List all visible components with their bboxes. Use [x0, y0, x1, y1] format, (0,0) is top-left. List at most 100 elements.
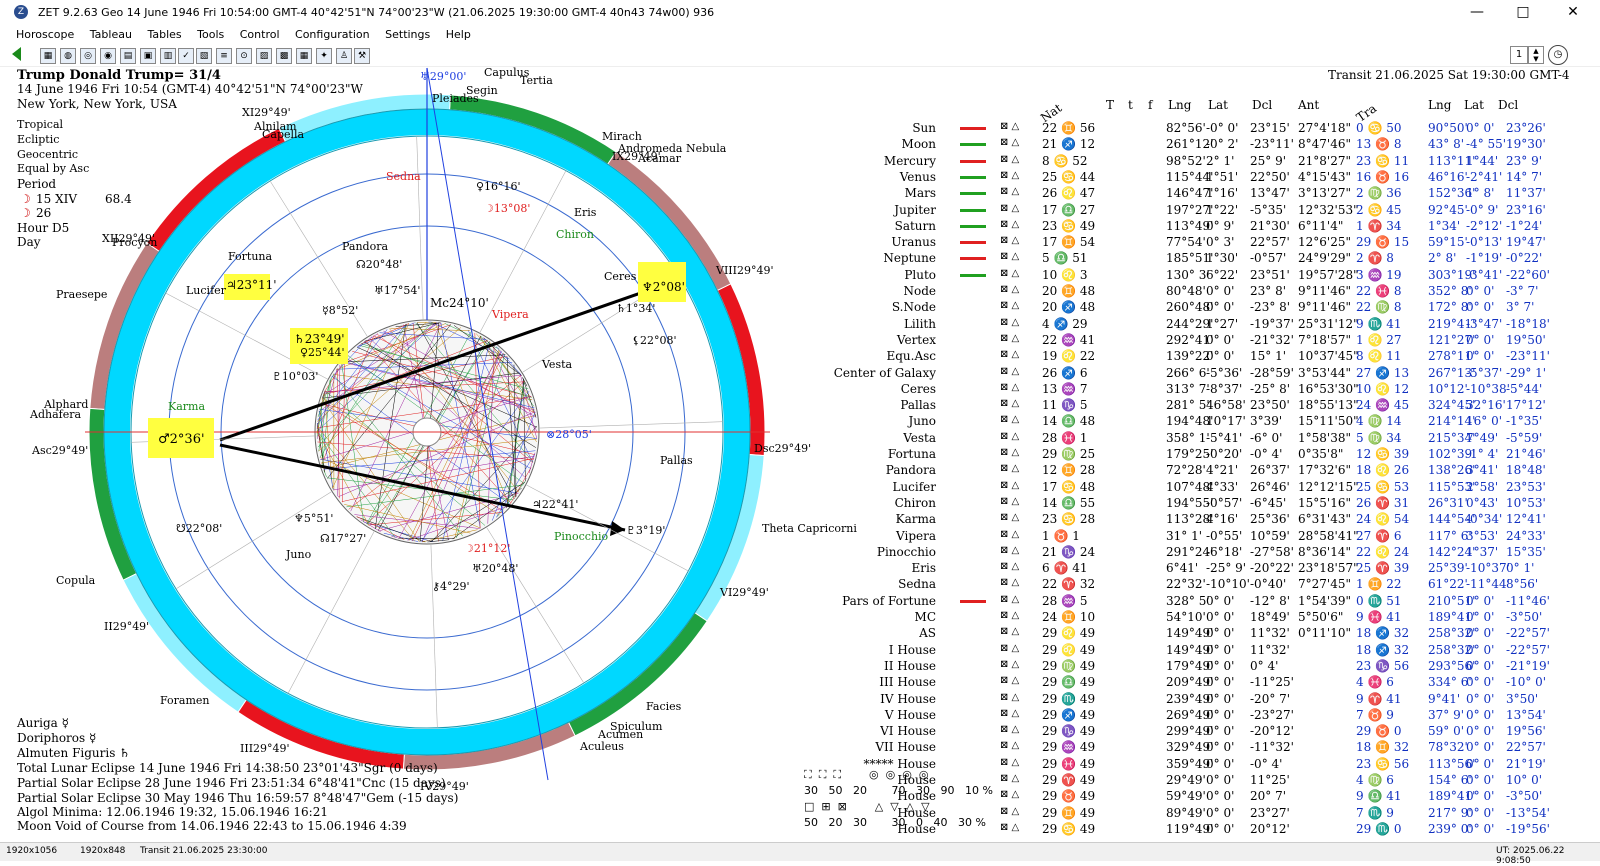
natal-jupiter[interactable]: ♃23°11' — [226, 278, 277, 292]
transit-uranus[interactable]: ♅29°00' — [420, 70, 466, 83]
table-row[interactable]: Venus25 ♋ 44115°44'1°51'22°50'4°15'43"16… — [830, 170, 1600, 186]
horoscope-wheel-area[interactable]: ♂2°36' ♃23°11' ♄23°49' ♀25°44' ♇10°03' ☿… — [0, 66, 860, 856]
table-row[interactable]: Vertex22 ♒ 41292°41'0° 0'-21°32'7°18'57"… — [830, 333, 1600, 349]
natal-snode[interactable]: ☊17°27' — [320, 532, 366, 545]
table-row[interactable]: Uranus17 ♊ 5477°54'0° 3'22°57'12°6'25"29… — [830, 235, 1600, 251]
table-row[interactable]: Sedna22 ♈ 3222°32'-10°10'-0°40'7°27'45"1… — [830, 577, 1600, 593]
menu-tableau[interactable]: Tableau — [84, 26, 138, 41]
menu-tables[interactable]: Tables — [141, 26, 187, 41]
table-row[interactable]: Pars of Fortune28 ♒ 5328° 5'0° 0'-12° 8'… — [830, 594, 1600, 610]
table-row[interactable]: Karma23 ♋ 28113°28'4°16'25°36'6°31'43"24… — [830, 512, 1600, 528]
table-row[interactable]: IV House29 ♏ 49239°49'0° 0'-20° 7'9 ♈ 41… — [830, 692, 1600, 708]
chart-icon[interactable]: ▣ — [140, 48, 156, 64]
page-spinner[interactable]: ▲▼ — [1528, 46, 1544, 64]
table-row[interactable]: Chiron14 ♎ 55194°55'-0°57'-6°45'15°5'16"… — [830, 496, 1600, 512]
transit-pluto[interactable]: ♇3°19' — [626, 524, 665, 537]
list-icon[interactable]: ≡ — [216, 48, 232, 64]
natal-moon-2[interactable]: ☽21°12' — [464, 542, 510, 555]
natal-uranus[interactable]: ♅17°54' — [374, 284, 420, 297]
doc-icon[interactable]: ▨ — [256, 48, 272, 64]
natal-mars[interactable]: ♂2°36' — [158, 432, 205, 447]
page-number-field[interactable]: 1 — [1510, 46, 1528, 64]
filter-icon[interactable]: ▥ — [160, 48, 176, 64]
natal-venus-2[interactable]: ♀16°16' — [476, 180, 521, 193]
minimize-button[interactable]: — — [1454, 0, 1500, 26]
table-row[interactable]: VI House29 ♑ 49299°49'0° 0'-20°12'29 ♉ 0… — [830, 724, 1600, 740]
natal-jupiter-2[interactable]: ♃22°41' — [532, 498, 578, 511]
table-row[interactable]: Fortuna29 ♍ 25179°25'-0°20'-0° 4'0°35'8"… — [830, 447, 1600, 463]
menu-configuration[interactable]: Configuration — [289, 26, 376, 41]
natal-moon[interactable]: ☽13°08' — [484, 202, 530, 215]
table-row[interactable]: Saturn23 ♋ 49113°49'0° 9'21°30'6°11'4"1 … — [830, 219, 1600, 235]
back-arrow-icon[interactable] — [12, 47, 21, 61]
table-row[interactable]: Center of Galaxy26 ♐ 6266° 6'-5°36'-28°5… — [830, 366, 1600, 382]
note-icon[interactable]: ▩ — [276, 48, 292, 64]
horoscope-wheel[interactable] — [0, 66, 860, 856]
app-icon[interactable]: Z — [14, 5, 28, 19]
figure-icon[interactable]: ♙ — [336, 48, 352, 64]
table-row[interactable]: Moon21 ♐ 12261°12'-0° 2'-23°11'8°47'46"1… — [830, 137, 1600, 153]
natal-mercury[interactable]: ☿8°52' — [322, 304, 358, 317]
table-row[interactable]: Mercury8 ♋ 5298°52'2° 1'25° 9'21°8'27"23… — [830, 154, 1600, 170]
natal-mc[interactable]: Mc24°10' — [430, 296, 489, 310]
tool-icon[interactable]: ⚒ — [354, 48, 370, 64]
wheel2-icon[interactable]: ◉ — [100, 48, 116, 64]
table-icon[interactable]: ▦ — [40, 48, 56, 64]
table-row[interactable]: ***** House29 ♓ 49359°49'0° 0'-0° 4'23 ♋… — [830, 757, 1600, 773]
menu-horoscope[interactable]: Horoscope — [10, 26, 80, 41]
table-row[interactable]: Pallas11 ♑ 5281° 5'46°58'23°50'18°55'13"… — [830, 398, 1600, 414]
table-row[interactable]: Ceres13 ♒ 7313° 7'-8°37'-25° 8'16°53'30"… — [830, 382, 1600, 398]
table-row[interactable]: VII House29 ♒ 49329°49'0° 0'-11°32'18 ♊ … — [830, 740, 1600, 756]
natal-fortune[interactable]: ⊗28°05' — [546, 428, 592, 441]
table-row[interactable]: MC24 ♊ 1054°10'0° 0'18°49'5°50'6"9 ♓ 411… — [830, 610, 1600, 626]
natal-neptune[interactable]: ♆5°51' — [294, 512, 333, 525]
table-row[interactable]: Vesta28 ♓ 1358° 1'-5°41'-6° 0'1°58'38"5 … — [830, 431, 1600, 447]
natal-uranus-2[interactable]: ♅20°48' — [472, 562, 518, 575]
table-row[interactable]: Pinocchio21 ♑ 24291°24'-6°18'-27°58'8°36… — [830, 545, 1600, 561]
transit-snode[interactable]: ☋22°08' — [176, 522, 222, 535]
table-row[interactable]: Pluto10 ♌ 3130° 3'6°22'23°51'19°57'28"3 … — [830, 268, 1600, 284]
globe-icon[interactable]: ◍ — [60, 48, 76, 64]
transit-lilith[interactable]: ⚸22°08' — [632, 334, 677, 347]
table-row[interactable]: Equ.Asc19 ♌ 22139°22'0° 0'15° 1'10°37'45… — [830, 349, 1600, 365]
table-row[interactable]: House29 ♋ 49119°49'0° 0'20°12'29 ♏ 0239°… — [830, 822, 1600, 838]
table-row[interactable]: I House29 ♌ 49149°49'0° 0'11°32'18 ♐ 322… — [830, 643, 1600, 659]
table-row[interactable]: V House29 ♐ 49269°49'0° 0'-23°27'7 ♉ 937… — [830, 708, 1600, 724]
table-row[interactable]: Jupiter17 ♎ 27197°27'1°22'-5°35'12°32'53… — [830, 203, 1600, 219]
table-row[interactable]: Sun22 ♊ 5682°56'-0° 0'23°15'27°4'18"0 ♋ … — [830, 121, 1600, 137]
target-icon[interactable]: ⊙ — [236, 48, 252, 64]
menu-tools[interactable]: Tools — [191, 26, 230, 41]
check-icon[interactable]: ✓ — [178, 48, 194, 64]
calc-icon[interactable]: ▦ — [296, 48, 312, 64]
table-row[interactable]: House29 ♈ 4929°49'0° 0'11°25'4 ♍ 6154° 6… — [830, 773, 1600, 789]
table-row[interactable]: S.Node20 ♐ 48260°48'0° 0'-23° 8'9°11'46"… — [830, 300, 1600, 316]
natal-node[interactable]: ☊20°48' — [356, 258, 402, 271]
clock-icon[interactable]: ◷ — [1548, 45, 1568, 65]
natal-chiron[interactable]: ⚷4°29' — [432, 580, 470, 593]
table-row[interactable]: Neptune5 ♎ 51185°51'1°30'-0°57'24°9'29"2… — [830, 251, 1600, 267]
natal-venus[interactable]: ♀25°44' — [300, 346, 345, 359]
table-row[interactable]: Vipera1 ♉ 131° 1'-0°55'10°59'28°58'41"27… — [830, 529, 1600, 545]
transit-neptune[interactable]: ♆2°08' — [642, 280, 685, 294]
table-row[interactable]: House29 ♉ 4959°49'0° 0'20° 7'9 ♎ 41189°4… — [830, 789, 1600, 805]
table-row[interactable]: Pandora12 ♊ 2872°28'4°21'26°37'17°32'6"1… — [830, 463, 1600, 479]
natal-saturn[interactable]: ♄23°49' — [294, 332, 345, 346]
natal-pluto[interactable]: ♇10°03' — [272, 370, 318, 383]
close-button[interactable]: ✕ — [1550, 0, 1596, 26]
menu-settings[interactable]: Settings — [379, 26, 436, 41]
table-row[interactable]: Eris6 ♈ 416°41'-25° 9'-20°22'23°18'57"25… — [830, 561, 1600, 577]
table-row[interactable]: AS29 ♌ 49149°49'0° 0'11°32'0°11'10"18 ♐ … — [830, 626, 1600, 642]
menu-control[interactable]: Control — [234, 26, 286, 41]
table-row[interactable]: Node20 ♊ 4880°48'0° 0'23° 8'9°11'46"22 ♓… — [830, 284, 1600, 300]
page-icon[interactable]: ▧ — [196, 48, 212, 64]
table-row[interactable]: Mars26 ♌ 47146°47'1°16'13°47'3°13'27"2 ♍… — [830, 186, 1600, 202]
transit-saturn[interactable]: ♄1°34' — [616, 302, 655, 315]
table-row[interactable]: Lilith4 ♐ 29244°29'1°27'-19°37'25°31'12"… — [830, 317, 1600, 333]
maximize-button[interactable]: □ — [1500, 0, 1546, 26]
grid-icon[interactable]: ▤ — [120, 48, 136, 64]
wheel-icon[interactable]: ◎ — [80, 48, 96, 64]
table-row[interactable]: House29 ♊ 4989°49'0° 0'23°27'7 ♏ 9217° 9… — [830, 806, 1600, 822]
table-row[interactable]: Juno14 ♎ 48194°48'10°17'3°39'15°11'50"4 … — [830, 414, 1600, 430]
menu-help[interactable]: Help — [440, 26, 477, 41]
wrench-icon[interactable]: ✦ — [316, 48, 332, 64]
